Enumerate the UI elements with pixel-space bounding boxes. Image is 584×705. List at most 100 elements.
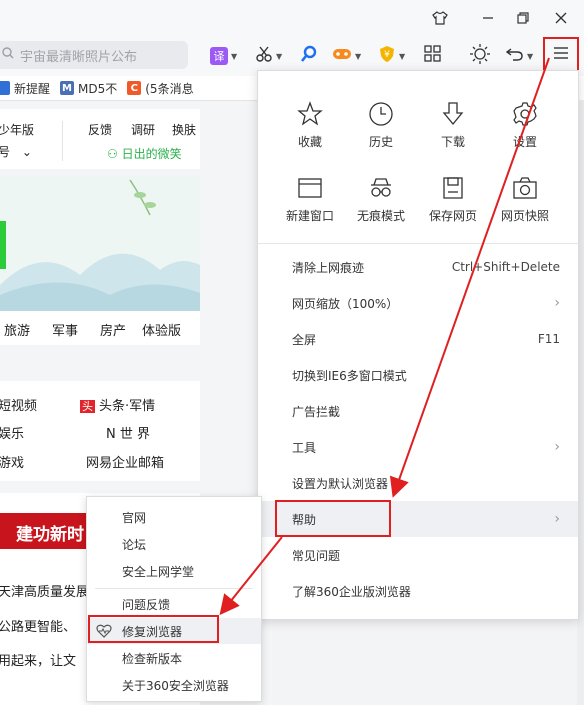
gamepad-icon [332,46,352,66]
shortcut-text: F11 [537,332,560,346]
star-icon [297,101,323,126]
landscape-illustration [0,179,200,311]
skin-link[interactable]: 换肤 [172,121,196,138]
bookmark-favicon-icon: M [60,81,75,95]
header-card: 少年版 号 ⌄ 反馈 调研 换肤 ⚇ 日出的微笑 [0,109,200,169]
repair-highlight-box [88,615,219,643]
magnifier-search-button[interactable] [300,44,318,68]
submenu-safety-school[interactable]: 安全上网学堂 [87,558,261,584]
news-link[interactable]: 短视频 [0,395,37,414]
grid-icon [424,45,442,67]
bookmark-favicon-icon: C [127,81,142,95]
user-icon: ⚇ [107,147,118,161]
headline-badge: 头 [80,400,95,413]
category-beta[interactable]: 体验版 [142,320,181,339]
quick-label: 设置 [512,135,537,149]
menu-zoom[interactable]: 网页缩放（100%） › [258,285,578,321]
search-box[interactable]: 宇宙最清晰照片公布 [0,41,188,69]
news-link[interactable]: 头头条·军情 [80,395,155,414]
category-realestate[interactable]: 房产 [100,320,126,339]
submenu-about[interactable]: 关于360安全浏览器 [87,672,261,698]
menu-clear-history[interactable]: 清除上网痕迹 Ctrl+Shift+Delete [258,249,578,285]
quick-history[interactable]: 历史 [346,101,416,150]
quick-label: 历史 [368,135,393,149]
quick-label: 收藏 [297,135,322,149]
camera-icon [513,177,537,199]
account-label[interactable]: 号 ⌄ [0,143,32,160]
sun-icon [470,44,490,68]
quick-favorites[interactable]: 收藏 [275,101,345,150]
help-highlight-box [275,500,391,537]
submenu-official-site[interactable]: 官网 [87,504,261,530]
apps-grid-button[interactable] [424,44,442,68]
survey-link[interactable]: 调研 [131,121,155,138]
banner-image[interactable] [0,175,200,311]
quick-new-window[interactable]: 新建窗口 [275,175,345,224]
divider [258,243,578,244]
coupon-button[interactable]: ¥ ▼ [378,44,405,68]
quick-label: 保存网页 [428,209,477,223]
close-icon[interactable] [547,4,575,32]
title-bar [0,0,584,36]
bookmark-favicon-icon [0,81,10,95]
screenshot-button[interactable]: ▼ [255,44,282,68]
headline-link[interactable]: 公路更智能、 [0,616,76,635]
quick-label: 下载 [440,135,465,149]
news-link[interactable]: 网易企业邮箱 [86,452,164,471]
bookmark-item[interactable]: 新提醒 [0,80,50,97]
undo-button[interactable]: ▼ [505,44,533,68]
submenu-forum[interactable]: 论坛 [87,531,261,557]
incognito-icon [371,178,391,197]
quick-settings[interactable]: 设置 [490,101,560,150]
quick-snapshot[interactable]: 网页快照 [490,175,560,224]
category-travel[interactable]: 旅游 [4,320,30,339]
menu-faq[interactable]: 常见问题 [258,537,578,573]
window-icon [298,178,322,198]
quick-download[interactable]: 下载 [418,101,488,150]
skin-shirt-icon[interactable] [426,4,454,32]
menu-set-default[interactable]: 设置为默认浏览器 [258,465,578,501]
feedback-link[interactable]: 反馈 [88,121,112,138]
main-menu-button[interactable] [543,37,579,73]
menu-tools[interactable]: 工具 › [258,429,578,465]
menu-ie6-mode[interactable]: 切换到IE6多窗口模式 [258,357,578,393]
undo-icon [505,46,524,66]
submenu-feedback[interactable]: 问题反馈 [87,591,261,617]
quick-save-page[interactable]: 保存网页 [418,175,488,224]
banner-text: 建功新时 [16,525,84,545]
headline-link[interactable]: 用起来，让文 [0,650,76,669]
news-link[interactable]: N 世 界 [106,423,150,442]
wechat-link[interactable]: ⚇ 日出的微笑 [107,145,182,162]
submenu-check-update[interactable]: 检查新版本 [87,645,261,671]
bookmark-item[interactable]: C (5条消息 [127,80,194,97]
quick-label: 无痕模式 [356,209,405,223]
search-placeholder: 宇宙最清晰照片公布 [20,49,138,65]
divider [95,588,253,589]
news-link[interactable]: 娱乐 [0,423,24,442]
bookmark-label: (5条消息 [145,81,194,96]
headline-link[interactable]: 天津高质量发展 [0,581,89,600]
translate-button[interactable]: 译 ▼ [210,44,237,68]
category-military[interactable]: 军事 [52,320,78,339]
bookmark-item[interactable]: M MD5不 [60,80,117,97]
restore-icon[interactable] [509,4,537,32]
game-button[interactable]: ▼ [332,44,361,68]
minimize-icon[interactable] [474,4,502,32]
brightness-button[interactable] [470,44,490,68]
magnifier-icon [300,45,318,67]
news-link[interactable]: 游戏 [0,452,24,471]
chevron-right-icon: › [554,295,560,311]
main-menu-dropdown: 收藏 历史 下载 设置 新建窗口 无痕模式 保存网页 网页快照 清除上网痕迹 Ct… [257,70,579,620]
divider [62,121,63,161]
youth-version-link[interactable]: 少年版 [0,121,34,138]
help-submenu: 官网 论坛 安全上网学堂 问题反馈 修复浏览器 检查新版本 关于360安全浏览器 [86,496,262,702]
chevron-right-icon: › [554,511,560,527]
menu-fullscreen[interactable]: 全屏 F11 [258,321,578,357]
menu-ad-block[interactable]: 广告拦截 [258,393,578,429]
quick-incognito[interactable]: 无痕模式 [346,175,416,224]
scissors-icon [255,45,273,67]
save-icon [443,177,463,199]
search-icon [2,47,14,63]
menu-enterprise[interactable]: 了解360企业版浏览器 [258,573,578,609]
chevron-right-icon: › [554,439,560,455]
